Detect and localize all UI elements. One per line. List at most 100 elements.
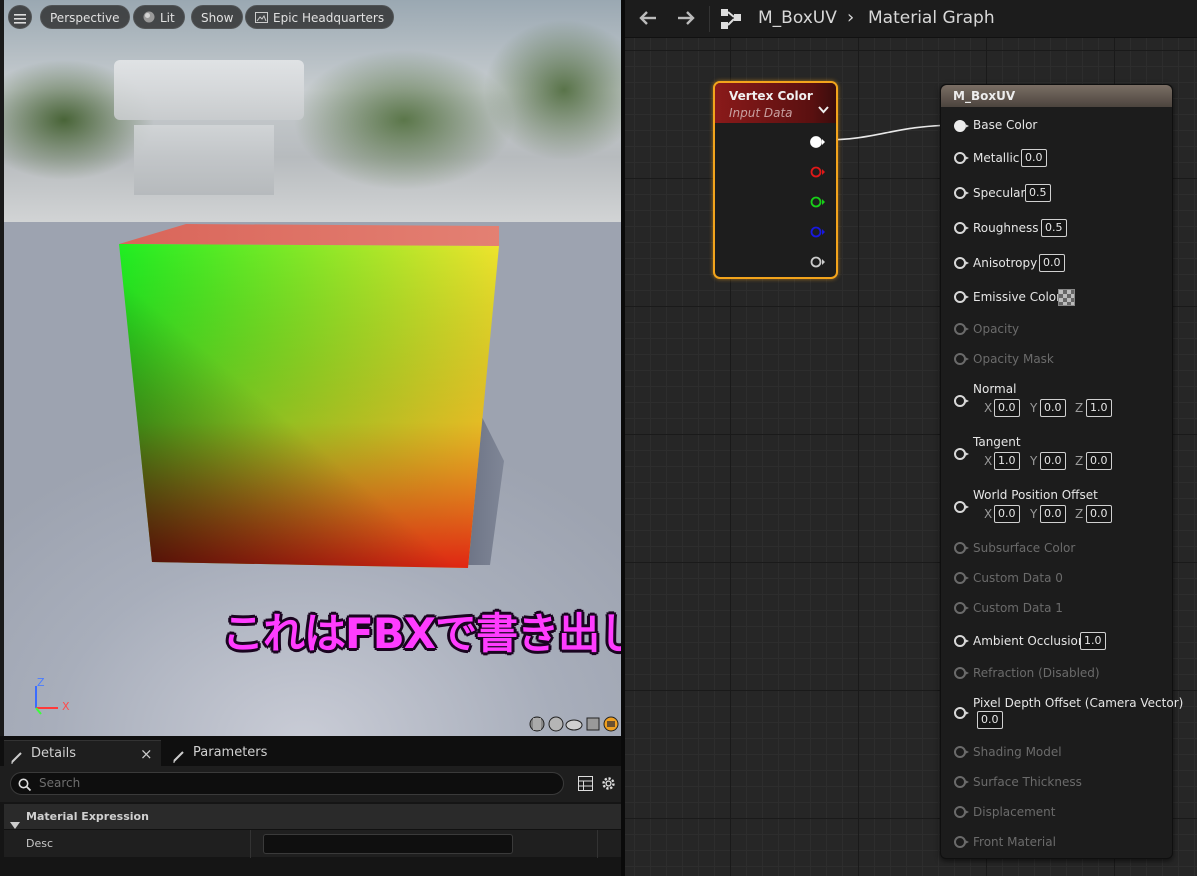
teapot-icon bbox=[603, 716, 619, 732]
divider bbox=[709, 6, 710, 32]
preview-scene-label: Epic Headquarters bbox=[273, 11, 385, 25]
surface-thickness-pin bbox=[954, 776, 969, 788]
subsurface-color-pin bbox=[954, 542, 969, 554]
search-input[interactable]: Search bbox=[39, 776, 80, 790]
show-label: Show bbox=[201, 11, 234, 25]
wpo-y-label: Y bbox=[1030, 507, 1038, 521]
close-tab-button[interactable]: × bbox=[140, 741, 153, 767]
tangent-y-label: Y bbox=[1030, 454, 1038, 468]
custom-data-0-label: Custom Data 0 bbox=[973, 571, 1063, 585]
vertex-color-output-pins[interactable] bbox=[715, 83, 836, 277]
breadcrumb-separator: › bbox=[847, 7, 855, 28]
section-header-material-expression[interactable]: Material Expression bbox=[4, 804, 621, 829]
emissive-color-swatch[interactable] bbox=[1058, 289, 1075, 306]
normal-y-input[interactable]: 0.0 bbox=[1040, 399, 1066, 417]
displacement-label: Displacement bbox=[973, 805, 1056, 819]
details-search-box[interactable]: Search bbox=[10, 772, 564, 795]
specular-value-input[interactable]: 0.5 bbox=[1025, 184, 1051, 202]
plane-icon bbox=[565, 719, 583, 731]
tangent-y-input[interactable]: 0.0 bbox=[1040, 452, 1066, 470]
anisotropy-label: Anisotropy bbox=[973, 256, 1038, 270]
search-icon bbox=[18, 777, 32, 796]
anisotropy-value-input[interactable]: 0.0 bbox=[1039, 254, 1065, 272]
material-node-title: M_BoxUV bbox=[953, 89, 1016, 103]
roughness-label: Roughness bbox=[973, 221, 1039, 235]
emissive-color-pin[interactable] bbox=[954, 291, 969, 303]
sphere-icon bbox=[548, 716, 564, 732]
section-title: Material Expression bbox=[26, 810, 149, 823]
normal-z-label: Z bbox=[1075, 401, 1084, 415]
forward-arrow-icon[interactable] bbox=[676, 10, 696, 30]
opacity-mask-pin bbox=[954, 353, 969, 365]
tab-parameters[interactable]: Parameters bbox=[166, 740, 286, 766]
base-color-pin[interactable] bbox=[954, 120, 969, 132]
wpo-z-label: Z bbox=[1075, 507, 1084, 521]
tangent-z-input[interactable]: 0.0 bbox=[1086, 452, 1112, 470]
tangent-label: Tangent bbox=[973, 435, 1021, 449]
tangent-z-label: Z bbox=[1075, 454, 1084, 468]
custom-data-1-label: Custom Data 1 bbox=[973, 601, 1063, 615]
normal-z-input[interactable]: 1.0 bbox=[1086, 399, 1112, 417]
vertex-color-node[interactable]: Vertex Color Input Data bbox=[713, 81, 838, 279]
ambient-occlusion-label: Ambient Occlusion bbox=[973, 634, 1086, 648]
shading-model-pin bbox=[954, 746, 969, 758]
tangent-pin[interactable] bbox=[954, 448, 969, 460]
wpo-x-input[interactable]: 0.0 bbox=[994, 505, 1020, 523]
metallic-pin[interactable] bbox=[954, 152, 969, 164]
details-search-row: Search bbox=[0, 766, 621, 802]
specular-pin[interactable] bbox=[954, 187, 969, 199]
specular-label: Specular bbox=[973, 186, 1026, 200]
material-result-node[interactable]: M_BoxUV Base Color Metallic 0.0 Specular… bbox=[940, 84, 1183, 859]
refraction-label: Refraction (Disabled) bbox=[973, 666, 1100, 680]
preview-scene-button[interactable]: Epic Headquarters bbox=[245, 5, 395, 29]
axis-x-label: X bbox=[62, 700, 70, 713]
ambient-occlusion-value-input[interactable]: 1.0 bbox=[1080, 632, 1106, 650]
tangent-x-input[interactable]: 1.0 bbox=[994, 452, 1020, 470]
show-flags-button[interactable]: Show bbox=[191, 5, 244, 29]
normal-x-input[interactable]: 0.0 bbox=[994, 399, 1020, 417]
wpo-x-label: X bbox=[984, 507, 993, 521]
front-material-pin bbox=[954, 836, 969, 848]
tab-details[interactable]: Details × bbox=[4, 740, 161, 766]
lit-view-mode-button[interactable]: Lit bbox=[133, 5, 185, 29]
subsurface-color-label: Subsurface Color bbox=[973, 541, 1076, 555]
roughness-value-input[interactable]: 0.5 bbox=[1041, 219, 1067, 237]
normal-pin[interactable] bbox=[954, 395, 969, 407]
back-arrow-icon[interactable] bbox=[638, 10, 658, 30]
breadcrumb-root[interactable]: M_BoxUV bbox=[758, 8, 837, 28]
preview-mesh-toolbar bbox=[528, 715, 620, 733]
table-view-icon[interactable] bbox=[578, 776, 593, 795]
normal-x-label: X bbox=[984, 401, 993, 415]
editor-window: Perspective Lit Show Epic Headquarters Z… bbox=[0, 0, 1197, 876]
shading-model-label: Shading Model bbox=[973, 745, 1062, 759]
graph-header: M_BoxUV › Material Graph bbox=[625, 0, 1197, 38]
material-node-header: M_BoxUV bbox=[941, 85, 1172, 107]
normal-y-label: Y bbox=[1030, 401, 1038, 415]
level-viewport[interactable]: Perspective Lit Show Epic Headquarters Z… bbox=[4, 0, 621, 736]
axis-gizmo: Z X bbox=[30, 676, 80, 720]
desc-input[interactable] bbox=[263, 834, 513, 854]
gear-icon[interactable] bbox=[600, 775, 617, 796]
roughness-pin[interactable] bbox=[954, 222, 969, 234]
refraction-pin bbox=[954, 667, 969, 679]
divider bbox=[250, 830, 251, 858]
viewport-menu-button[interactable] bbox=[8, 5, 32, 29]
metallic-value-input[interactable]: 0.0 bbox=[1021, 149, 1047, 167]
tab-details-label: Details bbox=[31, 746, 77, 761]
wpo-z-input[interactable]: 0.0 bbox=[1086, 505, 1112, 523]
world-position-offset-pin[interactable] bbox=[954, 501, 969, 513]
wpo-y-input[interactable]: 0.0 bbox=[1040, 505, 1066, 523]
desc-property-row: Desc bbox=[4, 829, 621, 858]
perspective-button[interactable]: Perspective bbox=[40, 5, 130, 29]
details-panel: Details × Parameters Search Material Exp… bbox=[0, 736, 621, 876]
lit-label: Lit bbox=[160, 11, 175, 25]
lit-sphere-icon bbox=[143, 7, 155, 31]
metallic-label: Metallic bbox=[973, 151, 1020, 165]
pixel-depth-offset-pin[interactable] bbox=[954, 707, 969, 719]
ambient-occlusion-pin[interactable] bbox=[954, 635, 969, 647]
output-pin-g bbox=[810, 196, 825, 208]
cube-icon bbox=[586, 717, 600, 731]
hamburger-icon bbox=[14, 11, 26, 25]
pixel-depth-offset-value-input[interactable]: 0.0 bbox=[977, 711, 1003, 729]
anisotropy-pin[interactable] bbox=[954, 257, 969, 269]
